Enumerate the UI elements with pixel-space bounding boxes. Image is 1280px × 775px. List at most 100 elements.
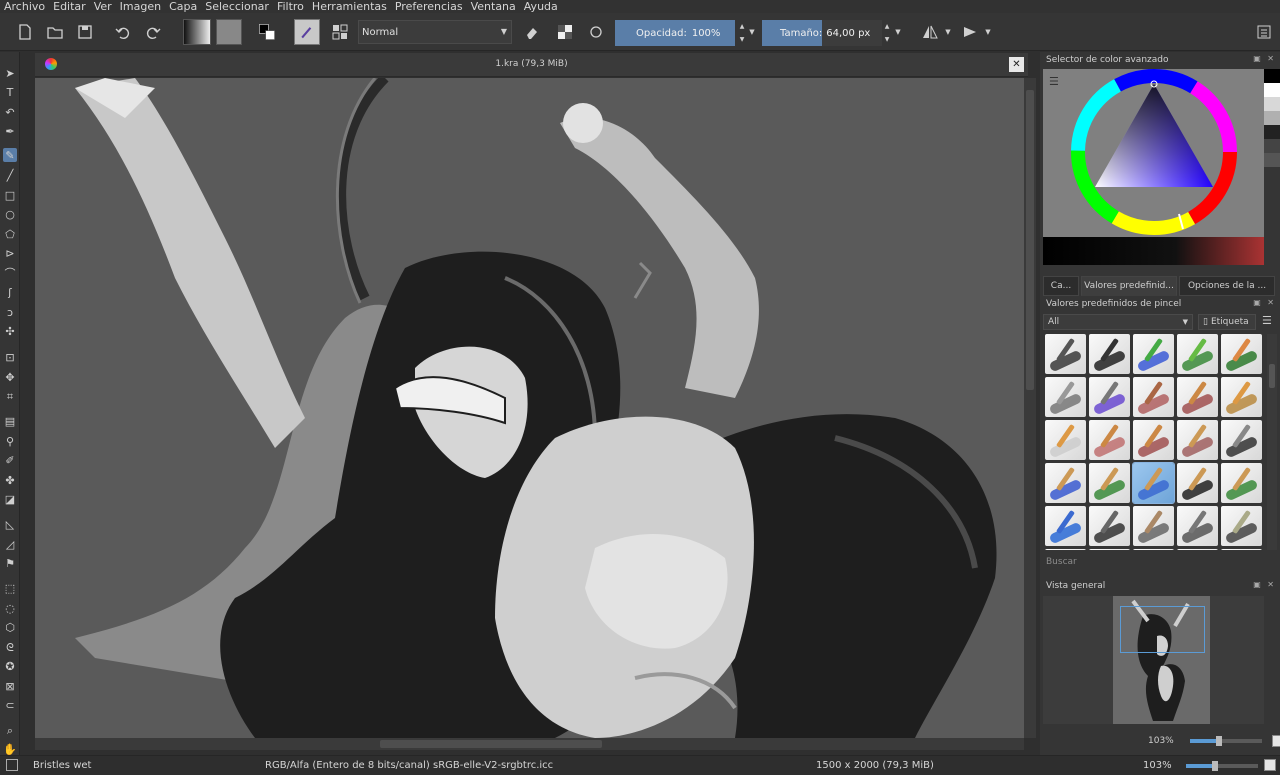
gray-swatches[interactable] [1264, 69, 1280, 181]
brush-preset-item[interactable] [1089, 334, 1130, 374]
new-document-icon[interactable] [14, 20, 36, 44]
reload-preset-icon[interactable] [586, 20, 606, 44]
menu-imagen[interactable]: Imagen [116, 0, 165, 13]
docker-menu-icon[interactable] [1254, 20, 1274, 44]
docker-buttons[interactable]: ▣ ✕ [1253, 298, 1276, 307]
tab-tool-options[interactable]: Opciones de la ... [1179, 276, 1275, 296]
menu-archivo[interactable]: Archivo [0, 0, 49, 13]
brush-preset-item[interactable] [1177, 506, 1218, 546]
brush-preset-item[interactable] [1045, 506, 1086, 546]
polygon-tool-icon[interactable]: ⬠ [3, 227, 17, 241]
tag-select[interactable]: ▯ Etiqueta [1198, 314, 1256, 330]
brush-preset-item[interactable] [1089, 420, 1130, 460]
preset-filter-select[interactable]: All ▼ [1043, 314, 1193, 330]
color-swap-icon[interactable] [254, 19, 280, 45]
brush-preset-item[interactable] [1045, 377, 1086, 417]
polyline-tool-icon[interactable]: ⊳ [3, 246, 17, 260]
multibrush-icon[interactable]: ✣ [3, 324, 17, 338]
freehand-select-icon[interactable]: ᘓ [3, 640, 17, 654]
rotate-canvas-icon[interactable] [1264, 759, 1276, 771]
menu-seleccionar[interactable]: Seleccionar [201, 0, 273, 13]
polygon-select-icon[interactable]: ⬡ [3, 620, 17, 634]
scroll-thumb[interactable] [1269, 364, 1275, 388]
gradient-selector-icon[interactable] [183, 19, 211, 45]
smart-patch-icon[interactable]: ✤ [3, 473, 17, 487]
brush-preset-item[interactable] [1089, 506, 1130, 546]
brush-preset-item[interactable] [1133, 549, 1174, 550]
brush-preset-item[interactable] [1177, 549, 1218, 550]
color-picker-icon[interactable]: ⚲ [3, 434, 17, 448]
calligraphy-icon[interactable]: ✒ [3, 124, 17, 138]
color-settings-icon[interactable]: ☰ [1049, 75, 1059, 88]
eraser-icon[interactable] [522, 20, 542, 44]
fill-tool-icon[interactable]: ◪ [3, 492, 17, 506]
workspace-grid-icon[interactable] [330, 20, 350, 44]
ellipse-select-icon[interactable]: ◌ [3, 601, 17, 615]
brush-preset-item[interactable] [1089, 463, 1130, 503]
brush-preset-item[interactable] [1089, 549, 1130, 550]
brush-preset-item[interactable] [1045, 463, 1086, 503]
docker-buttons[interactable]: ▣ ✕ [1253, 580, 1276, 589]
rect-select-icon[interactable]: ⬚ [3, 581, 17, 595]
brush-preset-item[interactable] [1132, 462, 1175, 504]
mirror-vertical-icon[interactable] [960, 20, 980, 44]
brush-preset-item[interactable] [1221, 463, 1262, 503]
transform-tool-icon[interactable]: ⊡ [3, 350, 17, 364]
size-spin[interactable]: ▲ ▼ [882, 20, 892, 46]
vertical-scrollbar[interactable] [1024, 78, 1036, 738]
menu-ayuda[interactable]: Ayuda [520, 0, 562, 13]
chevron-down-icon[interactable]: ▼ [748, 20, 756, 44]
reference-tool-icon[interactable]: ⚑ [3, 556, 17, 570]
chevron-down-icon[interactable]: ▼ [984, 20, 992, 44]
move-tool-icon[interactable]: ✥ [3, 370, 17, 384]
brush-preset-item[interactable] [1133, 334, 1174, 374]
zoom-tool-icon[interactable]: ⌕ [3, 723, 17, 737]
color-wheel[interactable] [1043, 69, 1264, 237]
drawing-canvas[interactable] [35, 78, 1024, 738]
brush-preset-item[interactable] [1045, 334, 1086, 374]
scroll-thumb[interactable] [1026, 90, 1034, 390]
brush-preset-item[interactable] [1133, 420, 1174, 460]
brush-preset-item[interactable] [1045, 420, 1086, 460]
text-tool-icon[interactable]: T [3, 85, 17, 99]
presets-scrollbar[interactable] [1267, 334, 1277, 550]
pan-tool-icon[interactable]: ✋ [3, 742, 17, 756]
bezier-select-icon[interactable]: ⊂ [3, 698, 17, 712]
bezier-tool-icon[interactable]: ⌒ [3, 266, 17, 280]
overview-panel[interactable] [1043, 596, 1264, 724]
status-zoom-slider[interactable] [1186, 761, 1258, 771]
preset-view-icon[interactable]: ☰ [1262, 314, 1278, 330]
assistant-tool-icon[interactable]: ◺ [3, 517, 17, 531]
brush-preset-item[interactable] [1133, 506, 1174, 546]
docker-buttons[interactable]: ▣ ✕ [1253, 54, 1276, 63]
brush-preset-item[interactable] [1089, 377, 1130, 417]
document-tab[interactable]: 1.kra (79,3 MiB) ✕ [35, 53, 1028, 77]
menu-ver[interactable]: Ver [90, 0, 116, 13]
opacity-slider[interactable]: Opacidad: 100% [615, 20, 735, 46]
measure-tool-icon[interactable]: ◿ [3, 537, 17, 551]
overview-viewport-frame[interactable] [1120, 606, 1205, 653]
brush-preset-item[interactable] [1221, 506, 1262, 546]
color-space-info[interactable]: RGB/Alfa (Entero de 8 bits/canal) sRGB-e… [265, 760, 553, 771]
menu-capa[interactable]: Capa [165, 0, 201, 13]
brush-preset-item[interactable] [1177, 420, 1218, 460]
freehand-path-icon[interactable]: ʃ [3, 285, 17, 299]
freehand-brush-icon[interactable]: ✎ [3, 148, 17, 162]
chevron-down-icon[interactable]: ▼ [894, 20, 902, 44]
crop-tool-icon[interactable]: ⌗ [3, 389, 17, 403]
close-icon[interactable]: ✕ [1009, 57, 1024, 72]
menu-ventana[interactable]: Ventana [467, 0, 520, 13]
color-history-strip[interactable] [1043, 237, 1264, 265]
menu-editar[interactable]: Editar [49, 0, 90, 13]
size-slider[interactable]: Tamaño: 64,00 px [762, 20, 882, 46]
open-folder-icon[interactable] [44, 20, 66, 44]
brush-preset-item[interactable] [1221, 420, 1262, 460]
blend-mode-select[interactable]: Normal ▼ [358, 20, 512, 44]
tab-color[interactable]: Ca... [1043, 276, 1079, 296]
opacity-spin[interactable]: ▲ ▼ [737, 20, 747, 46]
undo-icon[interactable] [112, 20, 134, 44]
preset-search-input[interactable]: Buscar [1046, 557, 1077, 567]
rectangle-tool-icon[interactable]: □ [3, 188, 17, 202]
menu-preferencias[interactable]: Preferencias [391, 0, 467, 13]
brush-preset-item[interactable] [1221, 334, 1262, 374]
